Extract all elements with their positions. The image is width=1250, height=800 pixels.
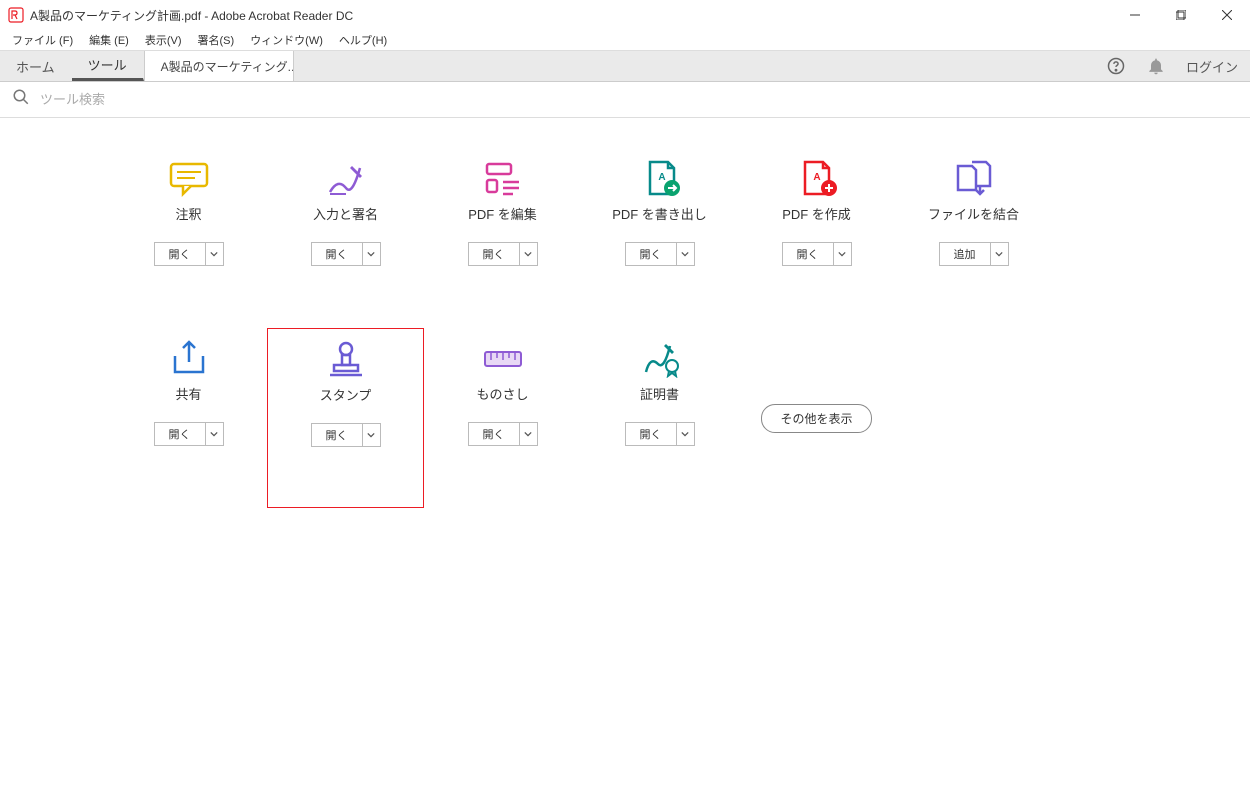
tool-label: PDF を編集 (468, 204, 537, 224)
svg-text:A: A (658, 172, 665, 183)
tool-comment-open-button[interactable]: 開く (154, 242, 206, 266)
tool-label: 入力と署名 (313, 204, 378, 224)
tool-export-open-button[interactable]: 開く (625, 242, 677, 266)
tool-label: 証明書 (640, 384, 679, 404)
search-input[interactable] (40, 92, 340, 107)
tool-label: ものさし (476, 384, 528, 404)
menu-edit[interactable]: 編集 (E) (81, 32, 137, 48)
tab-bar: ホーム ツール A製品のマーケティング... ログイン (0, 50, 1250, 82)
tool-create-open-button[interactable]: 開く (782, 242, 834, 266)
tool-comment[interactable]: 注釈開く (110, 148, 267, 328)
tool-cert[interactable]: 証明書開く (581, 328, 738, 508)
tool-combine[interactable]: ファイルを結合追加 (895, 148, 1052, 328)
tool-fillsign-open-button[interactable]: 開く (311, 242, 363, 266)
tool-fillsign-dropdown[interactable] (363, 242, 381, 266)
search-bar (0, 82, 1250, 118)
tool-export[interactable]: A PDF を書き出し開く (581, 148, 738, 328)
tool-label: 共有 (175, 384, 201, 404)
maximize-button[interactable] (1158, 0, 1204, 30)
close-button[interactable] (1204, 0, 1250, 30)
tool-combine-dropdown[interactable] (991, 242, 1009, 266)
app-icon (8, 7, 24, 23)
menu-sign[interactable]: 署名(S) (190, 32, 243, 48)
create-icon: A (793, 158, 841, 198)
menu-window[interactable]: ウィンドウ(W) (242, 32, 331, 48)
tool-fillsign[interactable]: 入力と署名開く (267, 148, 424, 328)
fillsign-icon (322, 158, 370, 198)
share-icon (165, 338, 213, 378)
tool-label: PDF を作成 (782, 204, 851, 224)
export-icon: A (636, 158, 684, 198)
tool-create-dropdown[interactable] (834, 242, 852, 266)
tool-label: 注釈 (175, 204, 201, 224)
tool-cert-open-button[interactable]: 開く (625, 422, 677, 446)
tool-label: スタンプ (320, 385, 372, 405)
tab-tools[interactable]: ツール (72, 51, 144, 81)
menu-bar: ファイル (F) 編集 (E) 表示(V) 署名(S) ウィンドウ(W) ヘルプ… (0, 30, 1250, 50)
menu-help[interactable]: ヘルプ(H) (331, 32, 395, 48)
show-more-button[interactable]: その他を表示 (761, 404, 871, 433)
stamp-icon (322, 339, 370, 379)
tool-stamp-open-button[interactable]: 開く (311, 423, 363, 447)
tool-editpdf[interactable]: PDF を編集開く (424, 148, 581, 328)
combine-icon (950, 158, 998, 198)
tool-share-dropdown[interactable] (206, 422, 224, 446)
tool-measure-open-button[interactable]: 開く (468, 422, 520, 446)
tool-export-dropdown[interactable] (677, 242, 695, 266)
measure-icon (479, 338, 527, 378)
tool-stamp-dropdown[interactable] (363, 423, 381, 447)
svg-text:A: A (813, 172, 820, 183)
login-link[interactable]: ログイン (1186, 57, 1238, 76)
tools-panel: 注釈開く入力と署名開くPDF を編集開くAPDF を書き出し開くAPDF を作成… (0, 118, 1250, 538)
comment-icon (165, 158, 213, 198)
search-icon (12, 88, 40, 111)
tool-label: PDF を書き出し (612, 204, 707, 224)
tool-label: ファイルを結合 (928, 204, 1019, 224)
title-bar: A製品のマーケティング計画.pdf - Adobe Acrobat Reader… (0, 0, 1250, 30)
menu-file[interactable]: ファイル (F) (4, 32, 81, 48)
tool-create[interactable]: A PDF を作成開く (738, 148, 895, 328)
tool-share[interactable]: 共有開く (110, 328, 267, 508)
menu-view[interactable]: 表示(V) (137, 32, 190, 48)
tab-document[interactable]: A製品のマーケティング... (144, 51, 294, 81)
tool-stamp[interactable]: スタンプ開く (267, 328, 424, 508)
window-title: A製品のマーケティング計画.pdf - Adobe Acrobat Reader… (30, 7, 353, 24)
tool-comment-dropdown[interactable] (206, 242, 224, 266)
tool-combine-open-button[interactable]: 追加 (939, 242, 991, 266)
cert-icon (636, 338, 684, 378)
minimize-button[interactable] (1112, 0, 1158, 30)
tab-home[interactable]: ホーム (0, 51, 72, 81)
tool-measure[interactable]: ものさし開く (424, 328, 581, 508)
bell-icon[interactable] (1146, 56, 1166, 76)
editpdf-icon (479, 158, 527, 198)
tool-editpdf-open-button[interactable]: 開く (468, 242, 520, 266)
tool-editpdf-dropdown[interactable] (520, 242, 538, 266)
tool-share-open-button[interactable]: 開く (154, 422, 206, 446)
tool-cert-dropdown[interactable] (677, 422, 695, 446)
help-icon[interactable] (1106, 56, 1126, 76)
tool-measure-dropdown[interactable] (520, 422, 538, 446)
